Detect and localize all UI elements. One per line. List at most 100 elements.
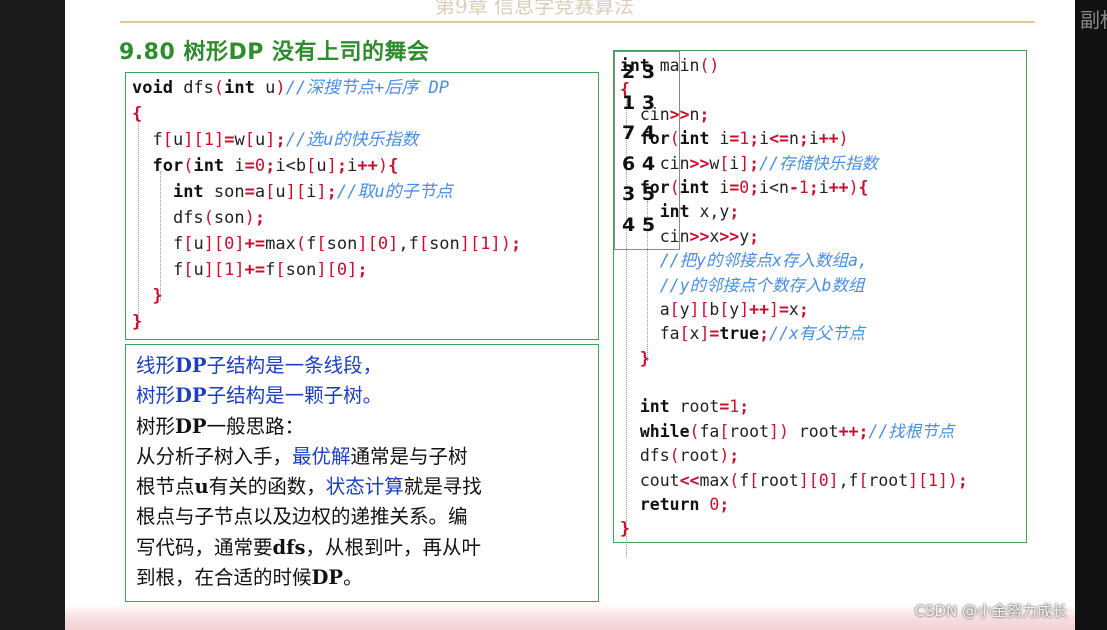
note-segment: 通常是与子树 [350, 444, 468, 468]
note-segment: ，从根到叶，再从叶 [305, 535, 482, 559]
code-token: main [649, 56, 700, 75]
code-token: ] [265, 130, 276, 150]
code-token: x [689, 324, 700, 344]
code-token: u [316, 156, 327, 176]
note-segment: 到根，在合适的时候 [136, 566, 312, 590]
code-token: >> [689, 226, 710, 246]
code-token: x [709, 226, 720, 246]
code-token: [ [679, 324, 690, 344]
title-divider [120, 21, 1035, 23]
code-token: ; [957, 470, 968, 490]
code-token: = [709, 324, 720, 344]
code-token: son [203, 182, 245, 202]
note-segment: 子结构是一颗子树。 [206, 384, 383, 408]
code-token: ][ [203, 260, 225, 280]
note-segment: DP [175, 414, 207, 438]
note-segment: DP [175, 354, 207, 377]
code-token: ; [808, 177, 819, 197]
code-token: ][ [908, 470, 929, 490]
code-token: { [388, 156, 399, 176]
code-token: ]) [490, 234, 511, 254]
code-token: //深搜节点+后序 DP [285, 78, 450, 98]
code-token: int [172, 182, 204, 202]
code-token: - [788, 177, 799, 197]
slide: 第9章 信息学竞赛算法 9.80 树形DP 没有上司的舞会 void dfs(i… [65, 0, 1075, 630]
code-token: int [659, 202, 690, 222]
sample-input: 2 3 1 3 7 4 6 4 3 5 4 5 [622, 57, 655, 240]
code-token: } [132, 312, 143, 332]
code-token: ) [377, 156, 389, 176]
note-line: 线形DP子结构是一条线段， [136, 351, 596, 381]
code-token: true [719, 324, 760, 344]
code-token: ; [749, 129, 760, 149]
code-line: } [132, 309, 521, 335]
code-token: 1 [224, 260, 235, 280]
code-token: ; [759, 324, 770, 344]
code-line: int root=1; [620, 395, 968, 419]
code-token: ] [828, 470, 839, 490]
code-line: } [620, 347, 968, 371]
code-token: ; [749, 177, 760, 197]
code-line: //y的邻接点个数存入b数组 [620, 274, 968, 298]
code-token: [ [719, 153, 730, 173]
code-token: x,y [689, 202, 730, 222]
code-token: ( [183, 156, 194, 176]
code-token: ( [729, 470, 740, 490]
code-token: //把y的邻接点x存入数组a, [620, 251, 868, 271]
code-line: cin>>n; [620, 103, 968, 127]
code-token: { [858, 177, 869, 197]
code-token: ) [719, 446, 730, 466]
code-token: u [172, 130, 184, 150]
code-token: f [132, 260, 184, 280]
code-line: //把y的邻接点x存入数组a, [620, 249, 968, 273]
code-token: ; [265, 156, 276, 176]
code-line: } [620, 517, 968, 541]
code-token: 1 [739, 129, 750, 149]
code-token: { [132, 104, 143, 124]
note-segment: 根点与子节点以及边权的递推关系。编 [136, 505, 468, 529]
code-token: ] [739, 299, 750, 319]
code-token: 0 [709, 495, 720, 515]
code-token: fa [620, 324, 680, 344]
code-token: ][ [459, 234, 481, 254]
code-token: ; [699, 104, 710, 124]
code-token: ( [295, 234, 307, 254]
code-token: [ [183, 260, 194, 280]
code-token: u [193, 260, 204, 280]
code-token: ; [336, 156, 348, 176]
code-token: [ [669, 299, 680, 319]
code-token: root [679, 446, 720, 466]
code-token: ; [511, 234, 522, 254]
code-line: { [132, 101, 521, 127]
input-line: 6 4 [622, 152, 656, 175]
note-line: 根点与子节点以及边权的递推关系。编 [136, 502, 596, 532]
input-line: 7 4 [622, 122, 656, 144]
code-token: ( [669, 177, 680, 197]
note-segment: DP [311, 566, 344, 590]
note-segment: 。 [343, 566, 363, 590]
code-token: += [244, 234, 266, 254]
code-token: i [709, 177, 730, 197]
code-line: fa[x]=true;//x有父节点 [620, 322, 968, 346]
code-token: son [213, 208, 245, 228]
code-token: 0 [377, 234, 389, 254]
code-token: ] [769, 299, 779, 319]
code-token: ]) [937, 470, 958, 490]
code-token: ; [729, 446, 740, 466]
code-line: void dfs(int u)//深搜节点+后序 DP [132, 75, 521, 101]
code-token: ][ [689, 299, 710, 319]
note-segment: 从分析子树入手， [136, 444, 293, 468]
note-segment: 写代码，通常要 [136, 535, 273, 559]
code-token: x [788, 299, 799, 319]
code-line: for(int i=0;i<n-1;i++){ [620, 176, 968, 200]
code-token: f [132, 234, 184, 254]
code-token: ( [669, 446, 680, 466]
code-token: += [244, 260, 266, 280]
code-token: ; [275, 130, 286, 150]
code-token: ] [326, 156, 337, 176]
code-token: i [347, 156, 358, 176]
note-segment: 根节点 [136, 475, 195, 499]
code-token: root [669, 397, 720, 417]
